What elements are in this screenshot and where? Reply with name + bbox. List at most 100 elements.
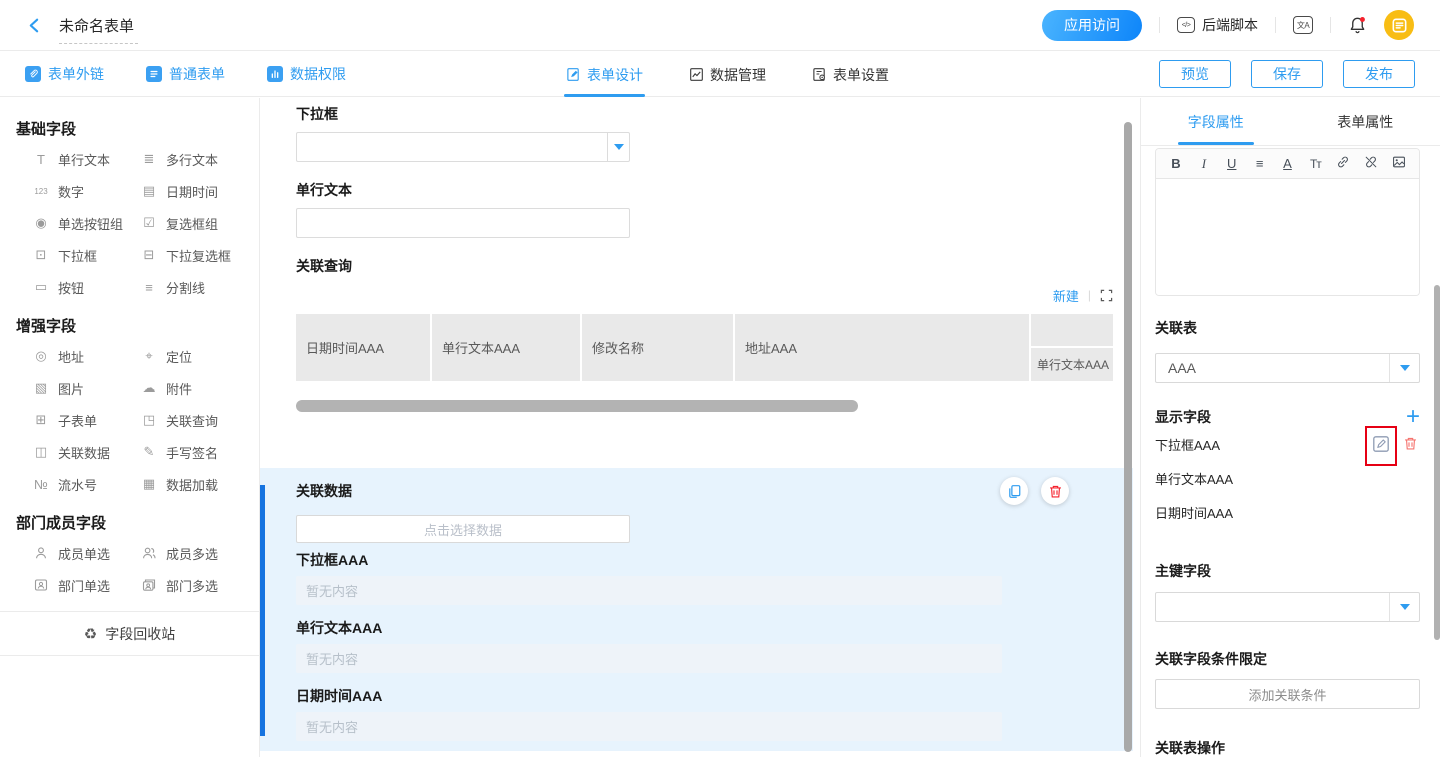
sidebar-item-subform[interactable]: ⊞子表单 (32, 404, 140, 436)
subform-icon: ⊞ (32, 412, 50, 428)
table-horizontal-scrollbar[interactable] (296, 400, 858, 412)
tab-form-design[interactable]: 表单设计 (566, 52, 643, 97)
preview-button[interactable]: 预览 (1159, 60, 1231, 88)
backend-script-label: 后端脚本 (1202, 15, 1258, 35)
dropdown-caret[interactable] (607, 133, 629, 161)
sidebar-item-single-line-text[interactable]: T单行文本 (32, 143, 140, 175)
copy-field-button[interactable] (1000, 477, 1028, 505)
sidebar-item-related-query[interactable]: ◳关联查询 (140, 404, 248, 436)
bold-icon[interactable]: B (1168, 156, 1184, 171)
sidebar-item-dropdown[interactable]: ⊡下拉框 (32, 239, 140, 271)
sidebar-item-member-multi[interactable]: 成员多选 (140, 537, 248, 569)
sidebar-item-datetime[interactable]: ▤日期时间 (140, 175, 248, 207)
single-text-field-input[interactable] (296, 208, 630, 238)
tab-form-settings[interactable]: 表单设置 (812, 52, 889, 97)
sidebar-item-dept-multi[interactable]: 部门多选 (140, 569, 248, 601)
add-display-field-icon[interactable]: + (1406, 408, 1420, 426)
sidebar-item-image[interactable]: ▧图片 (32, 372, 140, 404)
field-recycle-bin[interactable]: ♻ 字段回收站 (0, 611, 259, 656)
sidebar-item-dept-single[interactable]: 部门单选 (32, 569, 140, 601)
rich-text-content[interactable] (1156, 179, 1419, 295)
dept-badges-icon (140, 578, 158, 592)
image-insert-icon[interactable] (1391, 155, 1407, 172)
sidebar-item-multi-line-text[interactable]: ≣多行文本 (140, 143, 248, 175)
normal-form-button[interactable]: 普通表单 (146, 64, 225, 84)
sidebar-item-attachment[interactable]: ☁附件 (140, 372, 248, 404)
add-condition-button[interactable]: 添加关联条件 (1155, 679, 1420, 709)
sidebar-item-signature[interactable]: ✎手写签名 (140, 436, 248, 468)
display-field-row[interactable]: 日期时间AAA (1155, 495, 1420, 529)
tab-data-manage[interactable]: 数据管理 (689, 52, 766, 97)
form-design-icon (566, 67, 581, 82)
bar-chart-icon (267, 66, 283, 82)
tab-field-properties[interactable]: 字段属性 (1141, 98, 1291, 145)
unlink-icon[interactable] (1363, 155, 1379, 172)
backend-script-button[interactable]: </> 后端脚本 (1177, 15, 1258, 35)
related-table-select[interactable]: AAA (1155, 353, 1420, 383)
select-caret[interactable] (1389, 354, 1419, 382)
tab-form-properties[interactable]: 表单属性 (1291, 98, 1440, 145)
publish-button[interactable]: 发布 (1343, 60, 1415, 88)
select-caret[interactable] (1389, 593, 1419, 621)
display-field-row[interactable]: 单行文本AAA (1155, 461, 1420, 495)
sidebar-item-data-load[interactable]: ▦数据加载 (140, 468, 248, 500)
divider: | (1088, 288, 1091, 302)
font-size-icon[interactable]: Tᴛ (1307, 157, 1323, 171)
display-field-row[interactable]: 下拉框AAA (1155, 427, 1420, 461)
data-permission-button[interactable]: 数据权限 (267, 64, 346, 84)
form-external-link-button[interactable]: 表单外链 (25, 64, 104, 84)
cloud-upload-icon: ☁ (140, 380, 158, 396)
query-column[interactable]: 单行文本AAA (432, 314, 580, 381)
sidebar-item-checkbox-group[interactable]: ☑复选框组 (140, 207, 248, 239)
dropdown-field-label: 下拉框 (296, 106, 1140, 122)
chevron-left-icon (26, 17, 43, 34)
query-new-link[interactable]: 新建 (1053, 286, 1079, 305)
user-avatar[interactable] (1384, 10, 1414, 40)
delete-field-button[interactable] (1041, 477, 1069, 505)
display-field-name: 下拉框AAA (1155, 435, 1220, 454)
panel-scrollbar[interactable] (1434, 285, 1440, 640)
sidebar-item-radio-group[interactable]: ◉单选按钮组 (32, 207, 140, 239)
primary-key-select[interactable] (1155, 592, 1420, 622)
sidebar-item-button[interactable]: ▭按钮 (32, 271, 140, 303)
link-icon[interactable] (1335, 155, 1351, 172)
select-data-input[interactable]: 点击选择数据 (296, 515, 630, 543)
caret-down-icon (614, 144, 624, 150)
divider (1275, 17, 1276, 33)
query-column[interactable]: 日期时间AAA (296, 314, 430, 381)
app-access-button[interactable]: 应用访问 (1042, 10, 1142, 41)
subfield-label: 下拉框AAA (296, 552, 1133, 568)
underline-icon[interactable]: U (1224, 156, 1240, 171)
divider-icon: ≡ (140, 280, 158, 295)
related-data-field-selected[interactable]: 关联数据 点击选择数据 下拉框AAA 暂无内容 单行文本AAA 暂无内容 日期时… (260, 468, 1133, 751)
sidebar-item-serial-number[interactable]: №流水号 (32, 468, 140, 500)
form-title[interactable]: 未命名表单 (59, 15, 134, 36)
save-button[interactable]: 保存 (1251, 60, 1323, 88)
dropdown-field-input[interactable] (296, 132, 630, 162)
delete-display-field-button[interactable] (1403, 436, 1418, 451)
query-column[interactable]: 地址AAA (735, 314, 1029, 381)
sidebar-item-related-data[interactable]: ◫关联数据 (32, 436, 140, 468)
sidebar-item-number[interactable]: 123数字 (32, 175, 140, 207)
sidebar-item-multi-dropdown[interactable]: ⊟下拉复选框 (140, 239, 248, 271)
sidebar-item-geolocate[interactable]: ⌖定位 (140, 340, 248, 372)
subfield-value: 暂无内容 (296, 576, 1002, 605)
notification-bell-icon[interactable] (1348, 15, 1367, 35)
font-color-icon[interactable]: A (1280, 156, 1296, 171)
copy-icon (1007, 484, 1022, 499)
checkbox-icon: ☑ (140, 215, 158, 231)
back-button[interactable] (26, 17, 43, 34)
sidebar-item-divider[interactable]: ≡分割线 (140, 271, 248, 303)
canvas-vertical-scrollbar[interactable] (1124, 122, 1132, 752)
sidebar-item-member-single[interactable]: 成员单选 (32, 537, 140, 569)
recycle-label: 字段回收站 (105, 624, 175, 644)
sidebar-item-address[interactable]: ◎地址 (32, 340, 140, 372)
center-tabs: 表单设计 数据管理 表单设置 (566, 52, 889, 97)
target-icon: ⌖ (140, 348, 158, 364)
expand-icon[interactable] (1100, 289, 1113, 302)
query-column[interactable]: 修改名称 (582, 314, 733, 381)
query-fixed-column-label[interactable]: 单行文本AAA (1031, 348, 1113, 381)
italic-icon[interactable]: I (1196, 156, 1212, 172)
language-icon[interactable]: 文A (1293, 16, 1313, 34)
align-icon[interactable]: ≡ (1252, 156, 1268, 171)
